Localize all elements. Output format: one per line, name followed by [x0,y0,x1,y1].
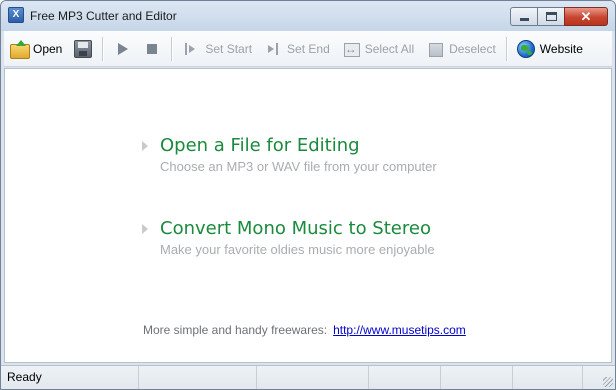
set-end-button[interactable]: Set End [258,35,336,63]
status-panel [513,366,583,389]
close-icon: ✕ [580,9,592,24]
window-controls: ✕ [510,7,608,26]
status-panel [139,366,257,389]
task-arrow-icon [142,141,148,151]
set-end-icon [264,40,282,58]
minimize-button[interactable] [510,7,537,26]
status-panel [441,366,513,389]
set-end-label: Set End [287,41,330,56]
main-panel: Open a File for Editing Choose an MP3 or… [4,68,612,363]
window-title: Free MP3 Cutter and Editor [30,9,177,23]
resize-grip[interactable] [603,377,613,387]
task-arrow-icon [142,224,148,234]
deselect-button[interactable]: Deselect [420,35,502,63]
save-button[interactable] [68,35,98,63]
maximize-button[interactable] [537,7,564,26]
freeware-text: More simple and handy freewares: [143,323,328,337]
task-description: Choose an MP3 or WAV file from your comp… [160,159,437,174]
deselect-label: Deselect [449,41,496,56]
website-label: Website [539,41,583,56]
set-start-icon [182,40,200,58]
app-window: X Free MP3 Cutter and Editor ✕ Open Set … [0,0,616,390]
minimize-icon [520,18,529,21]
play-icon [113,40,131,58]
status-text: Ready [1,366,139,389]
select-all-label: Select All [364,41,415,56]
maximize-icon [546,12,557,21]
select-all-icon [342,40,360,58]
app-icon[interactable]: X [8,7,24,23]
close-button[interactable]: ✕ [564,7,608,26]
website-button[interactable]: Website [511,35,589,63]
save-icon [74,39,93,58]
stop-icon [143,40,161,58]
open-folder-icon [10,39,30,59]
select-all-button[interactable]: Select All [336,35,420,63]
task-description: Make your favorite oldies music more enj… [160,242,435,257]
globe-icon [516,39,535,58]
status-panel [257,366,369,389]
status-bar: Ready [1,365,615,389]
open-button-label: Open [33,41,63,56]
set-start-button[interactable]: Set Start [176,35,258,63]
toolbar: Open Set Start Set End Select All Desele… [4,31,612,67]
task-heading[interactable]: Convert Mono Music to Stereo [160,218,431,239]
play-button[interactable] [107,35,137,63]
deselect-icon [426,40,444,58]
website-link[interactable]: http://www.musetips.com [333,323,466,337]
freeware-footer: More simple and handy freewares: http://w… [143,323,466,337]
toolbar-separator [102,36,104,61]
set-start-label: Set Start [205,41,253,56]
open-button[interactable]: Open [4,35,68,63]
toolbar-separator [171,36,173,61]
status-panel [369,366,441,389]
title-bar[interactable]: X Free MP3 Cutter and Editor ✕ [1,1,615,31]
toolbar-separator [505,36,507,61]
stop-button[interactable] [137,35,167,63]
task-heading[interactable]: Open a File for Editing [160,135,360,156]
